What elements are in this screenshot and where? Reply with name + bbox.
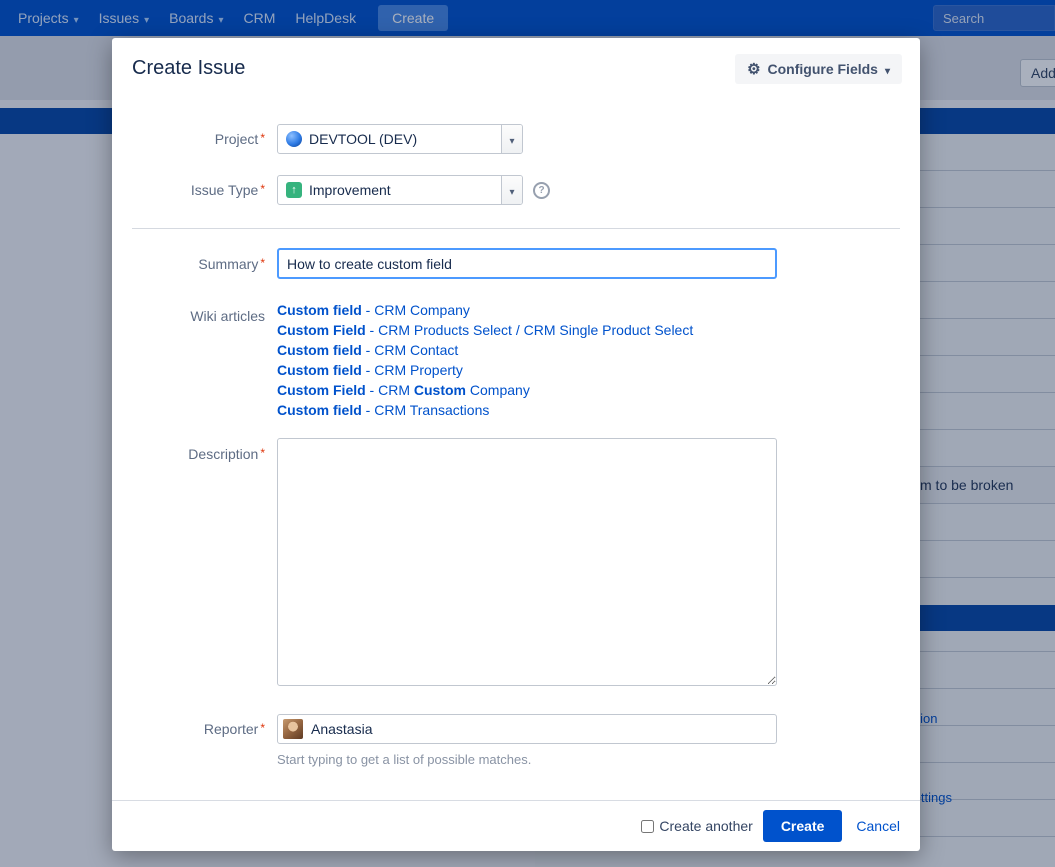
user-avatar: [283, 719, 303, 739]
wiki-articles-row: Wiki articles Custom field - CRM Company…: [112, 300, 920, 420]
create-another-option: Create another: [641, 818, 752, 834]
project-field-row: Project DEVTOOL (DEV): [112, 124, 920, 154]
wiki-article-link[interactable]: Custom field - CRM Company: [277, 302, 470, 318]
dialog-header: Create Issue Configure Fields: [112, 38, 920, 96]
summary-label: Summary: [112, 256, 265, 272]
improvement-type-icon: [286, 182, 302, 198]
wiki-article-link[interactable]: Custom Field - CRM Products Select / CRM…: [277, 322, 693, 338]
issue-type-field-row: Issue Type Improvement: [112, 175, 920, 205]
wiki-article-row: Custom field - CRM Company: [277, 300, 693, 320]
create-button[interactable]: Create: [763, 810, 843, 842]
wiki-article-row: Custom field - CRM Contact: [277, 340, 693, 360]
dialog-footer: Create another Create Cancel: [112, 800, 920, 851]
create-another-label: Create another: [659, 818, 752, 834]
summary-field-row: Summary: [112, 248, 920, 279]
chevron-down-icon: [885, 61, 890, 77]
wiki-article-link[interactable]: Custom field - CRM Transactions: [277, 402, 489, 418]
wiki-article-link[interactable]: Custom field - CRM Contact: [277, 342, 458, 358]
wiki-article-link[interactable]: Custom field - CRM Property: [277, 362, 463, 378]
wiki-articles-list: Custom field - CRM Company Custom Field -…: [277, 300, 693, 420]
configure-fields-label: Configure Fields: [768, 61, 878, 77]
issue-type-select-value-area[interactable]: Improvement: [278, 176, 501, 204]
project-select-value-area[interactable]: DEVTOOL (DEV): [278, 125, 501, 153]
help-icon[interactable]: [533, 182, 550, 199]
wiki-article-row: Custom field - CRM Property: [277, 360, 693, 380]
cancel-link[interactable]: Cancel: [856, 818, 900, 834]
description-label: Description: [112, 438, 265, 462]
description-textarea[interactable]: [277, 438, 777, 686]
reporter-value: Anastasia: [311, 721, 372, 737]
configure-fields-button[interactable]: Configure Fields: [735, 54, 902, 84]
gear-icon: [747, 60, 760, 78]
issue-type-label: Issue Type: [112, 182, 265, 198]
chevron-down-icon: [509, 131, 514, 147]
issue-type-select[interactable]: Improvement: [277, 175, 523, 205]
issue-type-value: Improvement: [309, 182, 391, 198]
wiki-articles-label: Wiki articles: [112, 300, 265, 324]
reporter-input[interactable]: Anastasia: [277, 714, 777, 744]
issue-type-dropdown-button[interactable]: [501, 176, 522, 204]
project-value: DEVTOOL (DEV): [309, 131, 417, 147]
project-dropdown-button[interactable]: [501, 125, 522, 153]
create-another-checkbox[interactable]: [641, 820, 654, 833]
reporter-hint-text: Start typing to get a list of possible m…: [277, 752, 920, 767]
wiki-article-row: Custom Field - CRM Products Select / CRM…: [277, 320, 693, 340]
project-select[interactable]: DEVTOOL (DEV): [277, 124, 523, 154]
reporter-label: Reporter: [112, 721, 265, 737]
project-label: Project: [112, 131, 265, 147]
wiki-article-row: Custom field - CRM Transactions: [277, 400, 693, 420]
dialog-body: Project DEVTOOL (DEV) Issue Type Improve…: [112, 96, 920, 800]
wiki-article-link[interactable]: Custom Field - CRM Custom Company: [277, 382, 530, 398]
create-issue-dialog: Create Issue Configure Fields Project DE…: [112, 38, 920, 851]
project-avatar-icon: [286, 131, 302, 147]
description-field-row: Description: [112, 438, 920, 686]
chevron-down-icon: [509, 182, 514, 198]
form-divider: [132, 228, 900, 229]
wiki-article-row: Custom Field - CRM Custom Company: [277, 380, 693, 400]
summary-input[interactable]: [277, 248, 777, 279]
reporter-field-row: Reporter Anastasia: [112, 714, 920, 744]
